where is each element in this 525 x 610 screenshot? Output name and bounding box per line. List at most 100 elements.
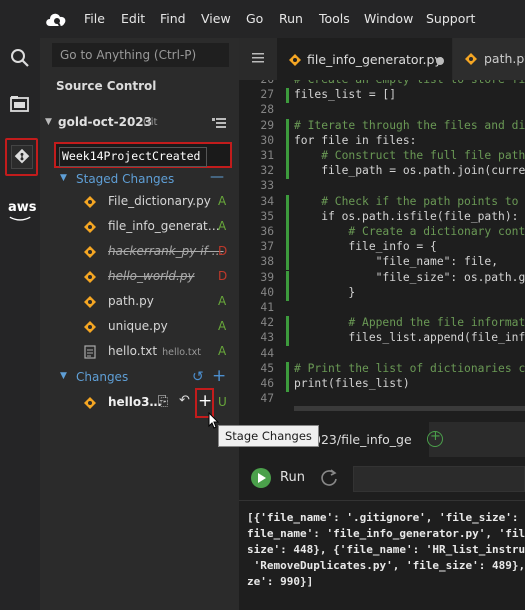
goto-anything-input[interactable]: Go to Anything (Ctrl-P) [52, 43, 229, 67]
staged-changes-group[interactable]: ▼ Staged Changes — [40, 169, 239, 190]
line-number: 45 [260, 361, 274, 375]
menu-find[interactable]: Find [160, 11, 186, 26]
tab-label: path.py [484, 51, 525, 66]
file-status: U [218, 395, 227, 409]
run-tab-title: 023/file_info_ge [313, 432, 412, 447]
code-line[interactable]: 32 file_path = os.path.join(curren [239, 164, 525, 180]
code-line[interactable]: 39 "file_size": os.path.ge [239, 270, 525, 286]
file-status: D [218, 244, 228, 258]
code-line[interactable]: 30 for file in files: [239, 133, 525, 149]
repository-row[interactable]: ▼ gold-oct-2023 Git [40, 113, 239, 133]
code-line[interactable]: 46 print(files_list) [239, 377, 525, 392]
code-text: # Append the file informati [294, 316, 525, 330]
menu-edit[interactable]: Edit [121, 11, 145, 26]
source-control-button[interactable] [5, 138, 38, 176]
cloud9-logo-icon[interactable] [44, 9, 68, 29]
restart-icon[interactable] [318, 467, 340, 489]
tab-label: file_info_generator.py [307, 52, 442, 67]
menu-go[interactable]: Go [246, 11, 263, 26]
discard-changes-icon[interactable]: ↶ [179, 393, 190, 408]
unstage-all-icon[interactable]: — [210, 169, 224, 185]
menu-view[interactable]: View [201, 11, 231, 26]
python-file-icon [84, 246, 96, 258]
menu-support[interactable]: Support [426, 11, 475, 26]
code-text: } [294, 285, 356, 299]
staged-changes-label: Staged Changes [76, 172, 175, 186]
code-line[interactable]: 26 # Create an empty list to store file [239, 80, 525, 88]
change-marker [286, 88, 289, 104]
code-line[interactable]: 44 [239, 347, 525, 362]
code-line[interactable]: 37 file_info = { [239, 240, 525, 256]
folder-icon[interactable] [8, 92, 32, 116]
new-tab-button[interactable]: + [427, 429, 443, 447]
code-line[interactable]: 36 # Create a dictionary conta [239, 225, 525, 240]
code-line[interactable]: 28 [239, 103, 525, 118]
menu-tools[interactable]: Tools [319, 11, 350, 26]
code-line[interactable]: 29 # Iterate through the files and dir [239, 118, 525, 134]
code-text: # Print the list of dictionaries co [294, 361, 525, 375]
code-text: files_list.append(file_info [294, 331, 525, 345]
staged-file-item[interactable]: unique.py A [40, 316, 239, 338]
menu-file[interactable]: File [84, 11, 105, 26]
repo-type: Git [143, 117, 158, 128]
run-button[interactable] [251, 468, 271, 488]
branch-name: gold-oct-2023 [58, 115, 152, 129]
code-line[interactable]: 42 # Append the file informati [239, 316, 525, 332]
horizontal-scrollbar[interactable] [294, 406, 525, 411]
collapse-icon[interactable]: ▼ [60, 371, 67, 381]
code-line[interactable]: 38 "file_name": file, [239, 255, 525, 271]
changed-file-item[interactable]: hello3… ⎘ ↶ + U [40, 388, 239, 418]
editor-pane: file_info_generator.py path.py 26 # Creat… [239, 38, 525, 422]
changes-group[interactable]: ▼ Changes ↺ + [40, 366, 239, 388]
staged-file-item[interactable]: File_dictionary.py A [40, 191, 239, 213]
code-line[interactable]: 33 [239, 179, 525, 194]
changes-label: Changes [76, 370, 129, 384]
code-line[interactable]: 43 files_list.append(file_info [239, 331, 525, 347]
code-line[interactable]: 45 # Print the list of dictionaries co [239, 361, 525, 377]
code-line[interactable]: 27 files_list = [] [239, 88, 525, 104]
staged-file-item[interactable]: hello_world.py D [40, 266, 239, 288]
aws-icon[interactable]: aws [7, 200, 37, 221]
staged-file-item[interactable]: hello.txt hello.txt A [40, 341, 239, 363]
python-file-icon [84, 296, 96, 308]
change-marker [286, 377, 289, 392]
tabs-menu-icon[interactable] [252, 53, 264, 63]
tab-path[interactable]: path.py [453, 38, 525, 80]
search-icon[interactable] [8, 46, 32, 70]
python-file-icon [84, 271, 96, 283]
line-number: 30 [260, 133, 274, 147]
discard-all-icon[interactable]: ↺ [192, 369, 204, 385]
change-marker [286, 149, 289, 164]
commit-message-box[interactable]: Week14ProjectCreated [54, 142, 232, 168]
unsaved-dot-icon[interactable] [436, 57, 444, 65]
open-file-icon[interactable]: ⎘ [158, 394, 168, 409]
code-line[interactable]: 40 } [239, 285, 525, 301]
staged-file-item[interactable]: path.py A [40, 291, 239, 313]
code-text: # Create an empty list to store file [294, 80, 525, 86]
tab-file-info-generator[interactable]: file_info_generator.py [277, 38, 452, 80]
code-line[interactable]: 34 # Check if the path points to a [239, 194, 525, 210]
line-number: 33 [260, 179, 274, 193]
code-area[interactable]: 26 # Create an empty list to store file 27… [239, 80, 525, 408]
python-file-icon [84, 221, 96, 233]
staged-file-item[interactable]: hackerrank_py if … D [40, 241, 239, 263]
python-file-icon [465, 53, 477, 65]
code-line[interactable]: 41 [239, 301, 525, 316]
code-line[interactable]: 35 if os.path.isfile(file_path): [239, 209, 525, 225]
code-line[interactable]: 31 # Construct the full file path [239, 149, 525, 164]
menu-window[interactable]: Window [364, 11, 413, 26]
commit-message-input[interactable]: Week14ProjectCreated [59, 147, 207, 167]
staged-file-item[interactable]: file_info_generat… A [40, 216, 239, 238]
collapse-icon[interactable]: ▼ [45, 117, 52, 127]
run-label[interactable]: Run [280, 470, 305, 485]
more-actions-icon[interactable] [212, 117, 226, 129]
code-line[interactable]: 47 [239, 392, 525, 407]
divider [239, 500, 525, 501]
collapse-icon[interactable]: ▼ [60, 173, 67, 183]
line-number: 27 [260, 88, 274, 102]
menu-run[interactable]: Run [279, 11, 303, 26]
run-output: [{'file_name': '.gitignore', 'file_size'… [247, 511, 525, 588]
file-path: hello.txt [162, 347, 202, 358]
stage-all-icon[interactable]: + [212, 366, 226, 386]
run-command-input[interactable] [353, 466, 525, 492]
